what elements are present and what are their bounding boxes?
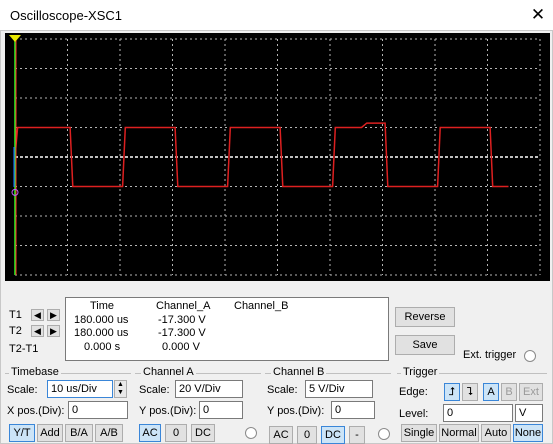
channel-b-zero-button[interactable]: 0 <box>297 426 317 444</box>
readout-table: Time Channel_A Channel_B 180.000 us -17.… <box>65 297 389 361</box>
channel-b-radio[interactable] <box>378 428 390 440</box>
window-title: Oscilloscope-XSC1 <box>10 8 122 23</box>
oscilloscope-screen <box>5 33 550 281</box>
channel-b-scale-field[interactable]: 5 V/Div <box>305 380 373 398</box>
channel-a-radio[interactable] <box>245 427 257 439</box>
mode-yt-button[interactable]: Y/T <box>9 424 35 442</box>
channel-b-ac-button[interactable]: AC <box>269 426 293 444</box>
timebase-scale-label: Scale: <box>7 384 38 396</box>
channel-b-dc-button[interactable]: DC <box>321 426 345 444</box>
header-channel-b: Channel_B <box>234 300 289 312</box>
channel-a-ypos-label: Y pos.(Div): <box>139 405 197 417</box>
close-icon[interactable]: ✕ <box>523 0 553 30</box>
t1-label: T1 <box>9 309 22 321</box>
title-bar: Oscilloscope-XSC1 ✕ <box>0 0 553 30</box>
t2-left-arrow-icon[interactable]: ◀ <box>31 325 44 337</box>
channel-b-ypos-field[interactable]: 0 <box>331 401 375 419</box>
save-button[interactable]: Save <box>395 335 455 355</box>
ext-trigger-label: Ext. trigger <box>463 349 517 361</box>
channel-b-scale-label: Scale: <box>267 384 298 396</box>
oscilloscope-plot <box>9 35 541 276</box>
t2-t1-label: T2-T1 <box>9 343 39 355</box>
header-channel-a: Channel_A <box>156 300 211 312</box>
mode-ab-button[interactable]: A/B <box>95 424 123 442</box>
trigger-single-button[interactable]: Single <box>401 424 437 442</box>
mode-ba-button[interactable]: B/A <box>65 424 93 442</box>
t2-label: T2 <box>9 325 22 337</box>
reverse-button[interactable]: Reverse <box>395 307 455 327</box>
trigger-none-button[interactable]: None <box>513 424 543 442</box>
rising-edge-icon[interactable]: ⮥ <box>444 383 460 401</box>
timebase-xpos-field[interactable]: 0 <box>68 401 128 419</box>
channel-b-ypos-label: Y pos.(Div): <box>267 405 325 417</box>
timebase-scale-spinner-icon[interactable]: ▲ ▼ <box>114 380 127 398</box>
cursor-readout: T1 ◀ ▶ T2 ◀ ▶ T2-T1 Time Channel_A Chann… <box>5 297 389 361</box>
timebase-scale-field[interactable]: 10 us/Div <box>47 380 113 398</box>
channel-a-scale-label: Scale: <box>139 384 170 396</box>
t1-channel-a: -17.300 V <box>158 314 206 326</box>
channel-a-trace <box>14 122 509 188</box>
channel-a-dc-button[interactable]: DC <box>191 424 215 442</box>
channel-a-ac-button[interactable]: AC <box>139 424 161 442</box>
t1-right-arrow-icon[interactable]: ▶ <box>47 309 60 321</box>
channel-b-title: Channel B <box>271 366 327 378</box>
ext-trigger-radio[interactable] <box>524 350 536 362</box>
trigger-level-unit[interactable]: V <box>515 404 543 422</box>
trigger-title: Trigger <box>401 366 440 378</box>
t1-left-arrow-icon[interactable]: ◀ <box>31 309 44 321</box>
trigger-marker-icon <box>9 35 21 42</box>
trigger-edge-label: Edge: <box>399 386 428 398</box>
timebase-title: Timebase <box>9 366 61 378</box>
t2-time: 180.000 us <box>74 327 129 339</box>
mode-add-button[interactable]: Add <box>37 424 63 442</box>
delta-channel-a: 0.000 V <box>162 341 200 353</box>
t2-channel-a: -17.300 V <box>158 327 206 339</box>
trigger-auto-button[interactable]: Auto <box>481 424 511 442</box>
channel-a-scale-field[interactable]: 20 V/Div <box>175 380 243 398</box>
trigger-level-label: Level: <box>399 408 429 420</box>
channel-a-zero-button[interactable]: 0 <box>165 424 187 442</box>
trigger-level-field[interactable]: 0 <box>443 404 513 422</box>
delta-time: 0.000 s <box>84 341 121 353</box>
channel-b-invert-button[interactable]: - <box>349 426 365 444</box>
trigger-source-b-button[interactable]: B <box>501 383 517 401</box>
trigger-source-ext-button[interactable]: Ext <box>519 383 543 401</box>
channel-a-title: Channel A <box>141 366 196 378</box>
trigger-source-a-button[interactable]: A <box>483 383 499 401</box>
falling-edge-icon[interactable]: ⮧ <box>462 383 478 401</box>
trigger-normal-button[interactable]: Normal <box>439 424 479 442</box>
t2-right-arrow-icon[interactable]: ▶ <box>47 325 60 337</box>
t1-time: 180.000 us <box>74 314 129 326</box>
channel-a-ypos-field[interactable]: 0 <box>199 401 243 419</box>
oscilloscope-window: T1 ◀ ▶ T2 ◀ ▶ T2-T1 Time Channel_A Chann… <box>0 30 553 444</box>
timebase-xpos-label: X pos.(Div): <box>7 405 65 417</box>
header-time: Time <box>90 300 115 312</box>
